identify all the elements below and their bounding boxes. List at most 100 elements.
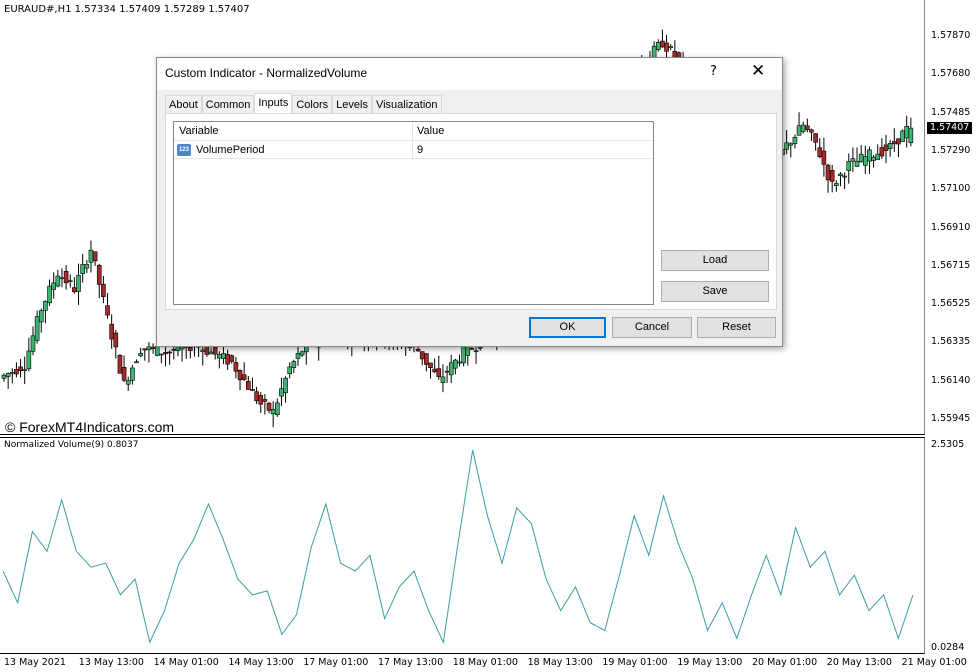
candle: [258, 392, 264, 413]
candle: [246, 375, 251, 390]
dialog-titlebar[interactable]: Custom Indicator - NormalizedVolume ? ✕: [157, 58, 782, 90]
candle: [655, 39, 661, 52]
price-tick: 1.56140: [931, 374, 971, 386]
candle: [838, 172, 843, 187]
candle: [846, 153, 852, 184]
cancel-button[interactable]: Cancel: [612, 317, 692, 338]
candle: [270, 401, 276, 428]
reset-button[interactable]: Reset: [697, 317, 776, 338]
candle: [891, 128, 897, 152]
save-button[interactable]: Save: [661, 281, 769, 302]
load-button[interactable]: Load: [661, 250, 769, 271]
candle: [788, 142, 794, 158]
dialog-title: Custom Indicator - NormalizedVolume: [165, 66, 368, 80]
candle: [867, 146, 872, 174]
help-button[interactable]: ?: [710, 64, 717, 79]
candle: [14, 362, 19, 378]
tab-common[interactable]: Common: [201, 95, 255, 114]
candle: [34, 310, 40, 344]
candle: [796, 112, 802, 136]
candle: [134, 359, 139, 364]
candle: [113, 329, 119, 359]
time-tick: 19 May 01:00: [602, 657, 668, 668]
symbol-info: EURAUD#,H1 1.57334 1.57409 1.57289 1.574…: [4, 4, 250, 15]
candle: [825, 163, 831, 193]
candle: [291, 359, 297, 374]
candle: [809, 128, 814, 141]
price-tick: 1.56335: [931, 336, 971, 348]
tab-visualization[interactable]: Visualization: [371, 95, 442, 114]
tab-about[interactable]: About: [165, 95, 202, 114]
candle: [18, 359, 23, 378]
candle: [448, 354, 454, 384]
candle: [660, 29, 665, 48]
candle: [668, 44, 673, 51]
watermark: © ForexMT4Indicators.com: [5, 419, 175, 435]
candle: [237, 369, 243, 391]
time-tick: 14 May 13:00: [228, 657, 294, 668]
candle: [817, 138, 823, 159]
time-tick: 18 May 13:00: [527, 657, 593, 668]
candle: [274, 398, 280, 417]
price-tick: 1.56910: [931, 221, 971, 233]
candle: [84, 260, 90, 274]
candle: [217, 351, 222, 369]
candle: [138, 347, 143, 358]
candle: [883, 134, 889, 164]
candle: [76, 263, 81, 305]
table-header: Variable Value: [174, 122, 653, 141]
price-tick: 1.57100: [931, 183, 971, 195]
column-value[interactable]: Value: [417, 125, 444, 137]
time-tick: 13 May 13:00: [78, 657, 144, 668]
candle: [163, 344, 168, 367]
candle: [9, 368, 15, 384]
indicator-subwindow[interactable]: [0, 437, 925, 654]
candle: [287, 362, 293, 379]
candle: [5, 372, 11, 389]
close-icon[interactable]: ✕: [751, 61, 765, 81]
time-tick: 20 May 01:00: [752, 657, 818, 668]
candle: [262, 394, 268, 415]
candle: [221, 345, 226, 365]
candle: [879, 138, 885, 159]
candle: [43, 300, 48, 324]
indicator-axis-max: 2.5305: [931, 439, 965, 450]
candle: [908, 117, 914, 147]
price-tick: 1.57870: [931, 30, 971, 41]
candle: [130, 364, 135, 385]
candle: [117, 354, 123, 374]
time-tick: 17 May 13:00: [378, 657, 444, 668]
tab-inputs[interactable]: Inputs: [254, 93, 293, 114]
candle: [38, 308, 44, 333]
candle: [51, 272, 56, 299]
tab-colors[interactable]: Colors: [292, 95, 333, 114]
candle: [829, 165, 835, 193]
candle: [229, 354, 235, 364]
candle: [254, 386, 259, 404]
candle: [896, 138, 901, 158]
indicator-axis-min: 0.0284: [931, 642, 965, 653]
custom-indicator-dialog: Custom Indicator - NormalizedVolume ? ✕ …: [156, 57, 783, 347]
time-tick: 18 May 01:00: [452, 657, 518, 668]
candle: [233, 356, 239, 379]
integer-type-icon: 123: [177, 144, 191, 156]
price-tick: 1.56715: [931, 259, 971, 271]
candle: [295, 346, 301, 366]
candle: [63, 265, 69, 290]
candle: [88, 240, 94, 273]
candle: [150, 343, 156, 354]
column-variable[interactable]: Variable: [179, 125, 219, 137]
candle: [850, 147, 856, 172]
tab-bar: About Common Inputs Colors Levels Visual…: [165, 93, 442, 114]
table-row[interactable]: 123 VolumePeriod 9: [174, 141, 653, 159]
price-tick: 1.57485: [931, 106, 971, 118]
candle: [813, 133, 818, 151]
price-tick: 1.57680: [931, 68, 971, 80]
candle: [444, 365, 450, 383]
inputs-panel: Variable Value 123 VolumePeriod 9 Load S…: [165, 113, 777, 310]
ok-button[interactable]: OK: [529, 317, 606, 338]
candle: [80, 254, 85, 283]
variable-value[interactable]: 9: [417, 144, 423, 156]
tab-levels[interactable]: Levels: [332, 95, 372, 114]
candle: [22, 356, 28, 384]
